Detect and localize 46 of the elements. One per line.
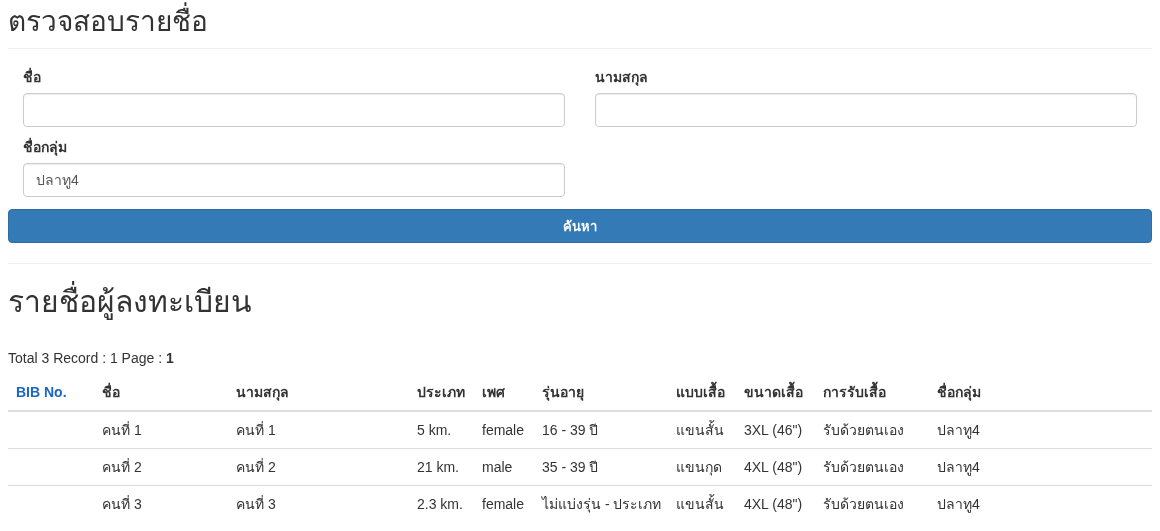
column-header: เพศ	[482, 383, 505, 402]
table-cell-text: 2.3 km.	[417, 495, 463, 514]
table-cell: คนที่ 3	[236, 494, 276, 514]
table-cell: แขนสั้น	[676, 420, 724, 440]
table-cell-text: รับด้วยตนเอง	[823, 495, 904, 514]
table-cell-text: 35 - 39 ปี	[542, 458, 599, 477]
input-field[interactable]	[595, 93, 1137, 127]
table-cell-text: ปลาทู4	[937, 421, 980, 440]
column-header: แบบเสื้อ	[676, 382, 725, 402]
field-label: ชื่อ	[23, 67, 41, 87]
field-label: นามสกุล	[595, 68, 648, 87]
column-header: นามสกุล	[236, 383, 289, 402]
table-cell-text: female	[482, 495, 525, 514]
table-cell: คนที่ 1	[236, 420, 276, 440]
table-cell: คนที่ 3	[102, 494, 142, 514]
table-cell-text: ไม่แบ่งรุ่น - ประเภท	[542, 495, 662, 514]
table-cell-text: 4XL (48")	[744, 495, 803, 514]
input-field[interactable]: ปลาทู4	[23, 163, 565, 197]
table-cell-text: รับด้วยตนเอง	[823, 458, 904, 477]
table-cell-text: 16 - 39 ปี	[542, 421, 599, 440]
column-header: ประเภท	[417, 383, 465, 402]
table-cell-text: ปลาทู4	[937, 495, 980, 514]
table-cell-text: 21 km.	[417, 458, 459, 477]
field-label: ชื่อกลุ่ม	[23, 137, 67, 157]
table-cell-text: 4XL (48")	[744, 458, 803, 477]
column-header: ชื่อกลุ่ม	[937, 382, 981, 402]
table-cell: คนที่ 2	[102, 457, 142, 477]
table-cell-text: รับด้วยตนเอง	[823, 421, 904, 440]
column-header: รุ่นอายุ	[542, 383, 584, 402]
column-header: ชื่อ	[102, 382, 120, 402]
table-cell-text: male	[482, 458, 513, 477]
page-title: ตรวจสอบรายชื่อ	[8, 0, 208, 44]
table-cell: คนที่ 1	[102, 420, 142, 440]
table-cell-text: แขนกุด	[676, 458, 722, 477]
table-cell-text: 5 km.	[417, 421, 452, 440]
column-sort-link[interactable]: BIB No.	[16, 384, 67, 400]
column-header: การรับเสื้อ	[823, 382, 886, 402]
table-cell-text: female	[482, 421, 525, 440]
search-button[interactable]: ค้นหา	[8, 209, 1152, 243]
record-summary: Total 3 Record : 1 Page : 1	[8, 349, 174, 368]
table-cell: คนที่ 2	[236, 457, 276, 477]
table-cell-text: 3XL (46")	[744, 421, 803, 440]
table-cell-text: ปลาทู4	[937, 458, 980, 477]
table-cell: แขนสั้น	[676, 494, 724, 514]
input-field[interactable]	[23, 93, 565, 127]
column-header: ขนาดเสื้อ	[744, 382, 803, 402]
